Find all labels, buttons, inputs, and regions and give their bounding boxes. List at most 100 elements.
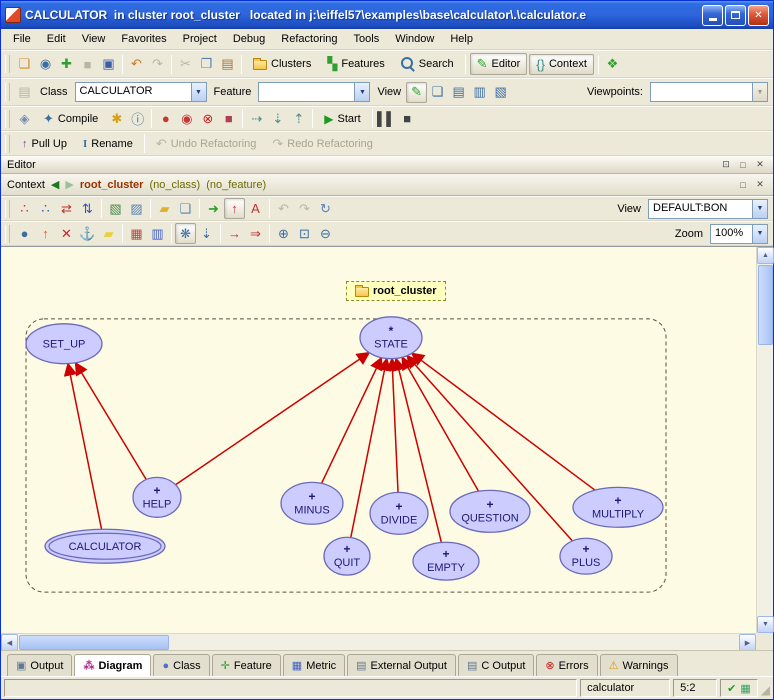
features-button[interactable]: ▚ Features — [320, 53, 391, 75]
tab-warnings[interactable]: ⚠Warnings — [600, 654, 678, 676]
force-directed-layout-icon[interactable]: ❋ — [175, 223, 196, 244]
maximize-pane-icon[interactable]: □ — [736, 158, 750, 172]
tab-class[interactable]: ●Class — [153, 654, 209, 676]
toolbar-gripper[interactable] — [5, 55, 10, 73]
undo-icon[interactable]: ↶ — [126, 54, 147, 75]
pull-up-button[interactable]: ↑ Pull Up — [15, 135, 74, 153]
class-node-quit[interactable]: +QUIT — [324, 537, 370, 575]
chevron-down-icon[interactable]: ▼ — [752, 200, 767, 218]
tab-metric[interactable]: ▦Metric — [283, 654, 345, 676]
diagram-view-combobox[interactable]: DEFAULT:BON ▼ — [648, 199, 768, 219]
anchor-item-icon[interactable]: ⚓ — [77, 223, 98, 244]
vertical-scrollbar[interactable]: ▲ ▼ — [756, 247, 773, 633]
scroll-right-icon[interactable]: ▶ — [739, 634, 756, 651]
inheritance-links-icon[interactable]: ⇅ — [77, 198, 98, 219]
class-relations-icon[interactable]: ∴ — [14, 198, 35, 219]
editor-view-icon[interactable]: ✎ — [406, 82, 427, 103]
maximize-button[interactable] — [725, 5, 746, 26]
show-legend-icon[interactable]: ● — [14, 223, 35, 244]
new-cluster-icon[interactable]: ▰ — [154, 198, 175, 219]
step-into-icon[interactable]: ⇣ — [267, 108, 288, 129]
class-node-set-up[interactable]: SET_UP — [26, 324, 102, 364]
bon-diagram[interactable]: SET_UP *STATE +HELP CALCULATOR +MINUS +QUIT+D… — [1, 247, 756, 633]
step-over-icon[interactable]: ⇢ — [246, 108, 267, 129]
close-pane-icon[interactable]: ✕ — [753, 158, 767, 172]
show-ancestors-icon[interactable]: ↑ — [224, 198, 245, 219]
new-view-icon[interactable]: ❏ — [175, 198, 196, 219]
close-pane-icon[interactable]: ✕ — [753, 178, 767, 192]
zoom-out-icon[interactable]: ⊖ — [315, 223, 336, 244]
project-info-icon[interactable]: ⓘ — [127, 108, 148, 129]
resize-grip[interactable]: ◢ — [761, 683, 770, 697]
menu-item-view[interactable]: View — [74, 30, 114, 48]
copy-icon[interactable]: ❐ — [196, 54, 217, 75]
stop-application-icon[interactable]: ⊗ — [197, 108, 218, 129]
title-bar[interactable]: CALCULATOR in cluster root_cluster locat… — [1, 1, 773, 29]
class-combobox[interactable]: CALCULATOR ▼ — [75, 82, 207, 102]
toolbar-gripper[interactable] — [5, 110, 10, 128]
context-toggle-button[interactable]: {} Context — [529, 54, 594, 75]
menu-item-refactoring[interactable]: Refactoring — [273, 30, 345, 48]
toolbar-gripper[interactable] — [5, 225, 10, 243]
remove-item-icon[interactable]: ✕ — [56, 223, 77, 244]
class-node-minus[interactable]: +MINUS — [281, 482, 343, 524]
scroll-left-icon[interactable]: ◀ — [1, 634, 18, 651]
search-button[interactable]: Search — [394, 54, 461, 74]
step-out-icon[interactable]: ⇡ — [288, 108, 309, 129]
save-diagram-image-icon[interactable]: ▧ — [105, 198, 126, 219]
tab-external-output[interactable]: ▤External Output — [347, 654, 456, 676]
show-descendants-icon[interactable]: ↑ — [35, 223, 56, 244]
horizontal-scrollbar[interactable]: ◀ ▶ — [1, 633, 756, 650]
tab-c-output[interactable]: ▤C Output — [458, 654, 534, 676]
interface-view-icon[interactable]: ▧ — [490, 82, 511, 103]
close-button[interactable]: ✕ — [748, 5, 769, 26]
new-class-icon[interactable]: ✚ — [56, 54, 77, 75]
editor-toggle-button[interactable]: ✎ Editor — [470, 53, 528, 75]
toggle-labels-icon[interactable]: A — [245, 198, 266, 219]
straighten-links-icon[interactable]: ⇣ — [196, 223, 217, 244]
zoom-in-icon[interactable]: ⊕ — [273, 223, 294, 244]
class-node-state[interactable]: *STATE — [360, 317, 422, 359]
cluster-tag-root-cluster[interactable]: root_cluster — [346, 281, 446, 301]
tab-errors[interactable]: ⊗Errors — [536, 654, 597, 676]
stop-icon[interactable]: ■ — [397, 108, 418, 129]
toolbar-gripper[interactable] — [5, 83, 10, 101]
synchronize-icon[interactable]: ↻ — [315, 198, 336, 219]
context-cluster[interactable]: root_cluster — [80, 179, 144, 191]
start-button[interactable]: ▶ Start — [317, 109, 367, 129]
feature-combobox[interactable]: ▼ — [258, 82, 370, 102]
erase-icon[interactable]: ▰ — [98, 223, 119, 244]
tab-output[interactable]: ▣Output — [7, 654, 72, 676]
class-node-help[interactable]: +HELP — [133, 477, 181, 517]
class-node-calculator[interactable]: CALCULATOR — [45, 529, 165, 563]
arrange-diagram-icon[interactable]: ▥ — [147, 223, 168, 244]
outputs-icon[interactable]: ◈ — [14, 108, 35, 129]
save-icon[interactable]: ▣ — [98, 54, 119, 75]
vertical-scroll-thumb[interactable] — [758, 265, 773, 345]
class-node-question[interactable]: +QUESTION — [450, 490, 530, 532]
menu-item-debug[interactable]: Debug — [225, 30, 273, 48]
pause-icon[interactable]: ▌▌ — [376, 108, 397, 129]
flat-view-icon[interactable]: ▤ — [448, 82, 469, 103]
rename-button[interactable]: I Rename — [76, 135, 140, 153]
run-icon[interactable]: ● — [155, 108, 176, 129]
clusters-button[interactable]: Clusters — [246, 55, 318, 73]
menu-item-file[interactable]: File — [5, 30, 39, 48]
scroll-down-icon[interactable]: ▼ — [757, 616, 774, 633]
client-supplier-links-icon[interactable]: ⇄ — [56, 198, 77, 219]
horizontal-scroll-thumb[interactable] — [19, 635, 169, 650]
menu-item-favorites[interactable]: Favorites — [113, 30, 174, 48]
menu-item-project[interactable]: Project — [175, 30, 225, 48]
zoom-fit-icon[interactable]: ⊡ — [294, 223, 315, 244]
class-node-divide[interactable]: +DIVIDE — [370, 492, 428, 534]
run-no-stop-icon[interactable]: ◉ — [176, 108, 197, 129]
toolbar-gripper[interactable] — [5, 200, 10, 218]
paste-icon[interactable]: ▤ — [217, 54, 238, 75]
zoom-combobox[interactable]: 100% ▼ — [710, 224, 768, 244]
print-diagram-icon[interactable]: ▨ — [126, 198, 147, 219]
tab-diagram[interactable]: ⁂Diagram — [74, 654, 151, 676]
undock-icon[interactable]: ⊡ — [719, 158, 733, 172]
scroll-up-icon[interactable]: ▲ — [757, 247, 774, 264]
open-in-new-tab-icon[interactable]: ❏ — [427, 82, 448, 103]
menu-item-help[interactable]: Help — [442, 30, 481, 48]
